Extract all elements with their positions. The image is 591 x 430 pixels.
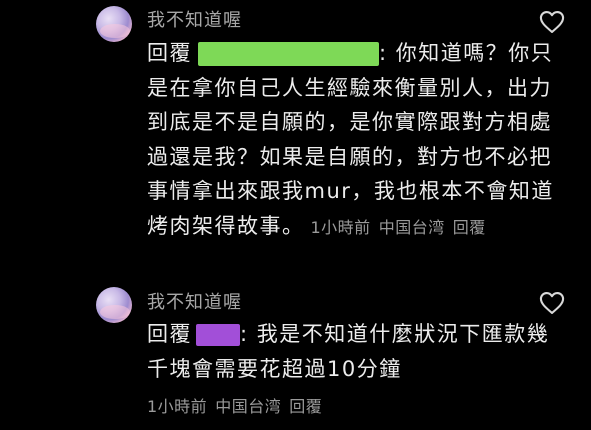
comment-location: 中国台湾 [378,217,445,237]
reply-prefix: 回覆 [147,322,192,346]
avatar[interactable] [96,6,132,42]
comment-text: 回覆: 我是不知道什麼狀況下匯款幾千塊會需要花超過10分鐘 [147,317,557,386]
redacted-mention [198,42,379,66]
comment-username[interactable]: 我不知道喔 [147,6,242,32]
comment-location: 中国台湾 [215,397,282,416]
avatar[interactable] [96,287,132,323]
comment-meta: 1小時前 中国台湾 回覆 [147,393,322,417]
comment-item: 我不知道喔 回覆: 你知道嗎？你只是在拿你自己人生經驗來衡量別人，出力到底是不是… [0,0,591,285]
comment-item: 我不知道喔 回覆: 我是不知道什麼狀況下匯款幾千塊會需要花超過10分鐘 1小時前… [0,285,591,430]
reply-button[interactable]: 回覆 [289,397,322,416]
comment-time: 1小時前 [310,217,371,237]
comment-body: : 你知道嗎？你只是在拿你自己人生經驗來衡量別人，出力到底是不是自願的，是你實際… [147,41,554,238]
redacted-mention [196,324,240,346]
heart-outline-icon[interactable] [537,289,567,317]
comment-username[interactable]: 我不知道喔 [147,288,242,314]
comment-time: 1小時前 [147,397,208,416]
comment-meta: 1小時前 中国台湾 回覆 [311,218,486,237]
reply-prefix: 回覆 [147,41,192,65]
comment-text: 回覆: 你知道嗎？你只是在拿你自己人生經驗來衡量別人，出力到底是不是自願的，是你… [147,36,557,245]
reply-button[interactable]: 回覆 [453,218,486,237]
heart-outline-icon[interactable] [537,8,567,36]
